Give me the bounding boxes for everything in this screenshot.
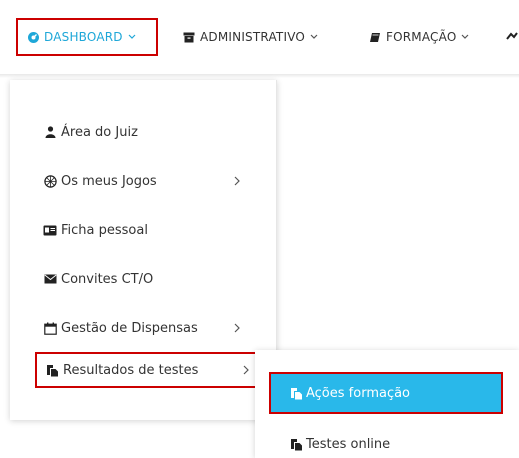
id-card-icon	[43, 223, 57, 237]
submenu-item-label: Testes online	[306, 436, 391, 452]
menu-item-label: Os meus Jogos	[61, 173, 157, 189]
menu-item-area-do-juiz[interactable]: Área do Juiz	[10, 114, 276, 150]
chevron-down-icon	[127, 32, 137, 42]
copy-icon	[289, 386, 303, 400]
chevron-right-icon	[234, 175, 244, 187]
menu-item-ficha-pessoal[interactable]: Ficha pessoal	[10, 212, 276, 248]
chevron-right-icon	[234, 322, 244, 334]
nav-more[interactable]	[505, 18, 519, 56]
nav-administrativo-label: ADMINISTRATIVO	[200, 30, 306, 44]
envelope-icon	[43, 272, 57, 286]
user-icon	[43, 125, 57, 139]
book-icon	[368, 30, 382, 44]
menu-item-resultados-testes[interactable]: Resultados de testes	[35, 352, 261, 388]
dashboard-dropdown: Área do Juiz Os meus Jogos Ficha pessoal	[10, 80, 277, 420]
menu-item-label: Resultados de testes	[63, 362, 199, 378]
nav-administrativo[interactable]: ADMINISTRATIVO	[182, 18, 319, 56]
top-nav: DASHBOARD ADMINISTRATIVO FORMAÇÃO	[0, 0, 519, 74]
chevron-right-icon	[243, 364, 253, 376]
resultados-submenu: Ações formação Testes online	[255, 350, 519, 458]
submenu-item-label: Ações formação	[306, 385, 411, 401]
nav-dashboard[interactable]: DASHBOARD	[16, 18, 158, 56]
menu-item-label: Ficha pessoal	[61, 222, 148, 238]
copy-icon	[45, 363, 59, 377]
chevron-down-icon	[460, 32, 470, 42]
calendar-icon	[43, 321, 57, 335]
menu-item-convites[interactable]: Convites CT/O	[10, 261, 276, 297]
partial-icon	[505, 30, 519, 44]
menu-item-label: Convites CT/O	[61, 271, 154, 287]
archive-icon	[182, 30, 196, 44]
nav-formacao-label: FORMAÇÃO	[386, 30, 457, 44]
menu-item-os-meus-jogos[interactable]: Os meus Jogos	[10, 163, 276, 199]
nav-formacao[interactable]: FORMAÇÃO	[368, 18, 470, 56]
nav-divider	[0, 74, 519, 78]
dashboard-icon	[26, 30, 40, 44]
copy-icon	[289, 437, 303, 451]
menu-item-label: Gestão de Dispensas	[61, 320, 198, 336]
nav-dashboard-label: DASHBOARD	[44, 30, 123, 44]
menu-item-gestao-dispensas[interactable]: Gestão de Dispensas	[10, 310, 276, 346]
chevron-down-icon	[309, 32, 319, 42]
menu-item-label: Área do Juiz	[61, 124, 138, 140]
submenu-item-acoes-formacao[interactable]: Ações formação	[269, 372, 503, 414]
soccer-ball-icon	[43, 174, 57, 188]
submenu-item-testes-online[interactable]: Testes online	[267, 426, 507, 458]
